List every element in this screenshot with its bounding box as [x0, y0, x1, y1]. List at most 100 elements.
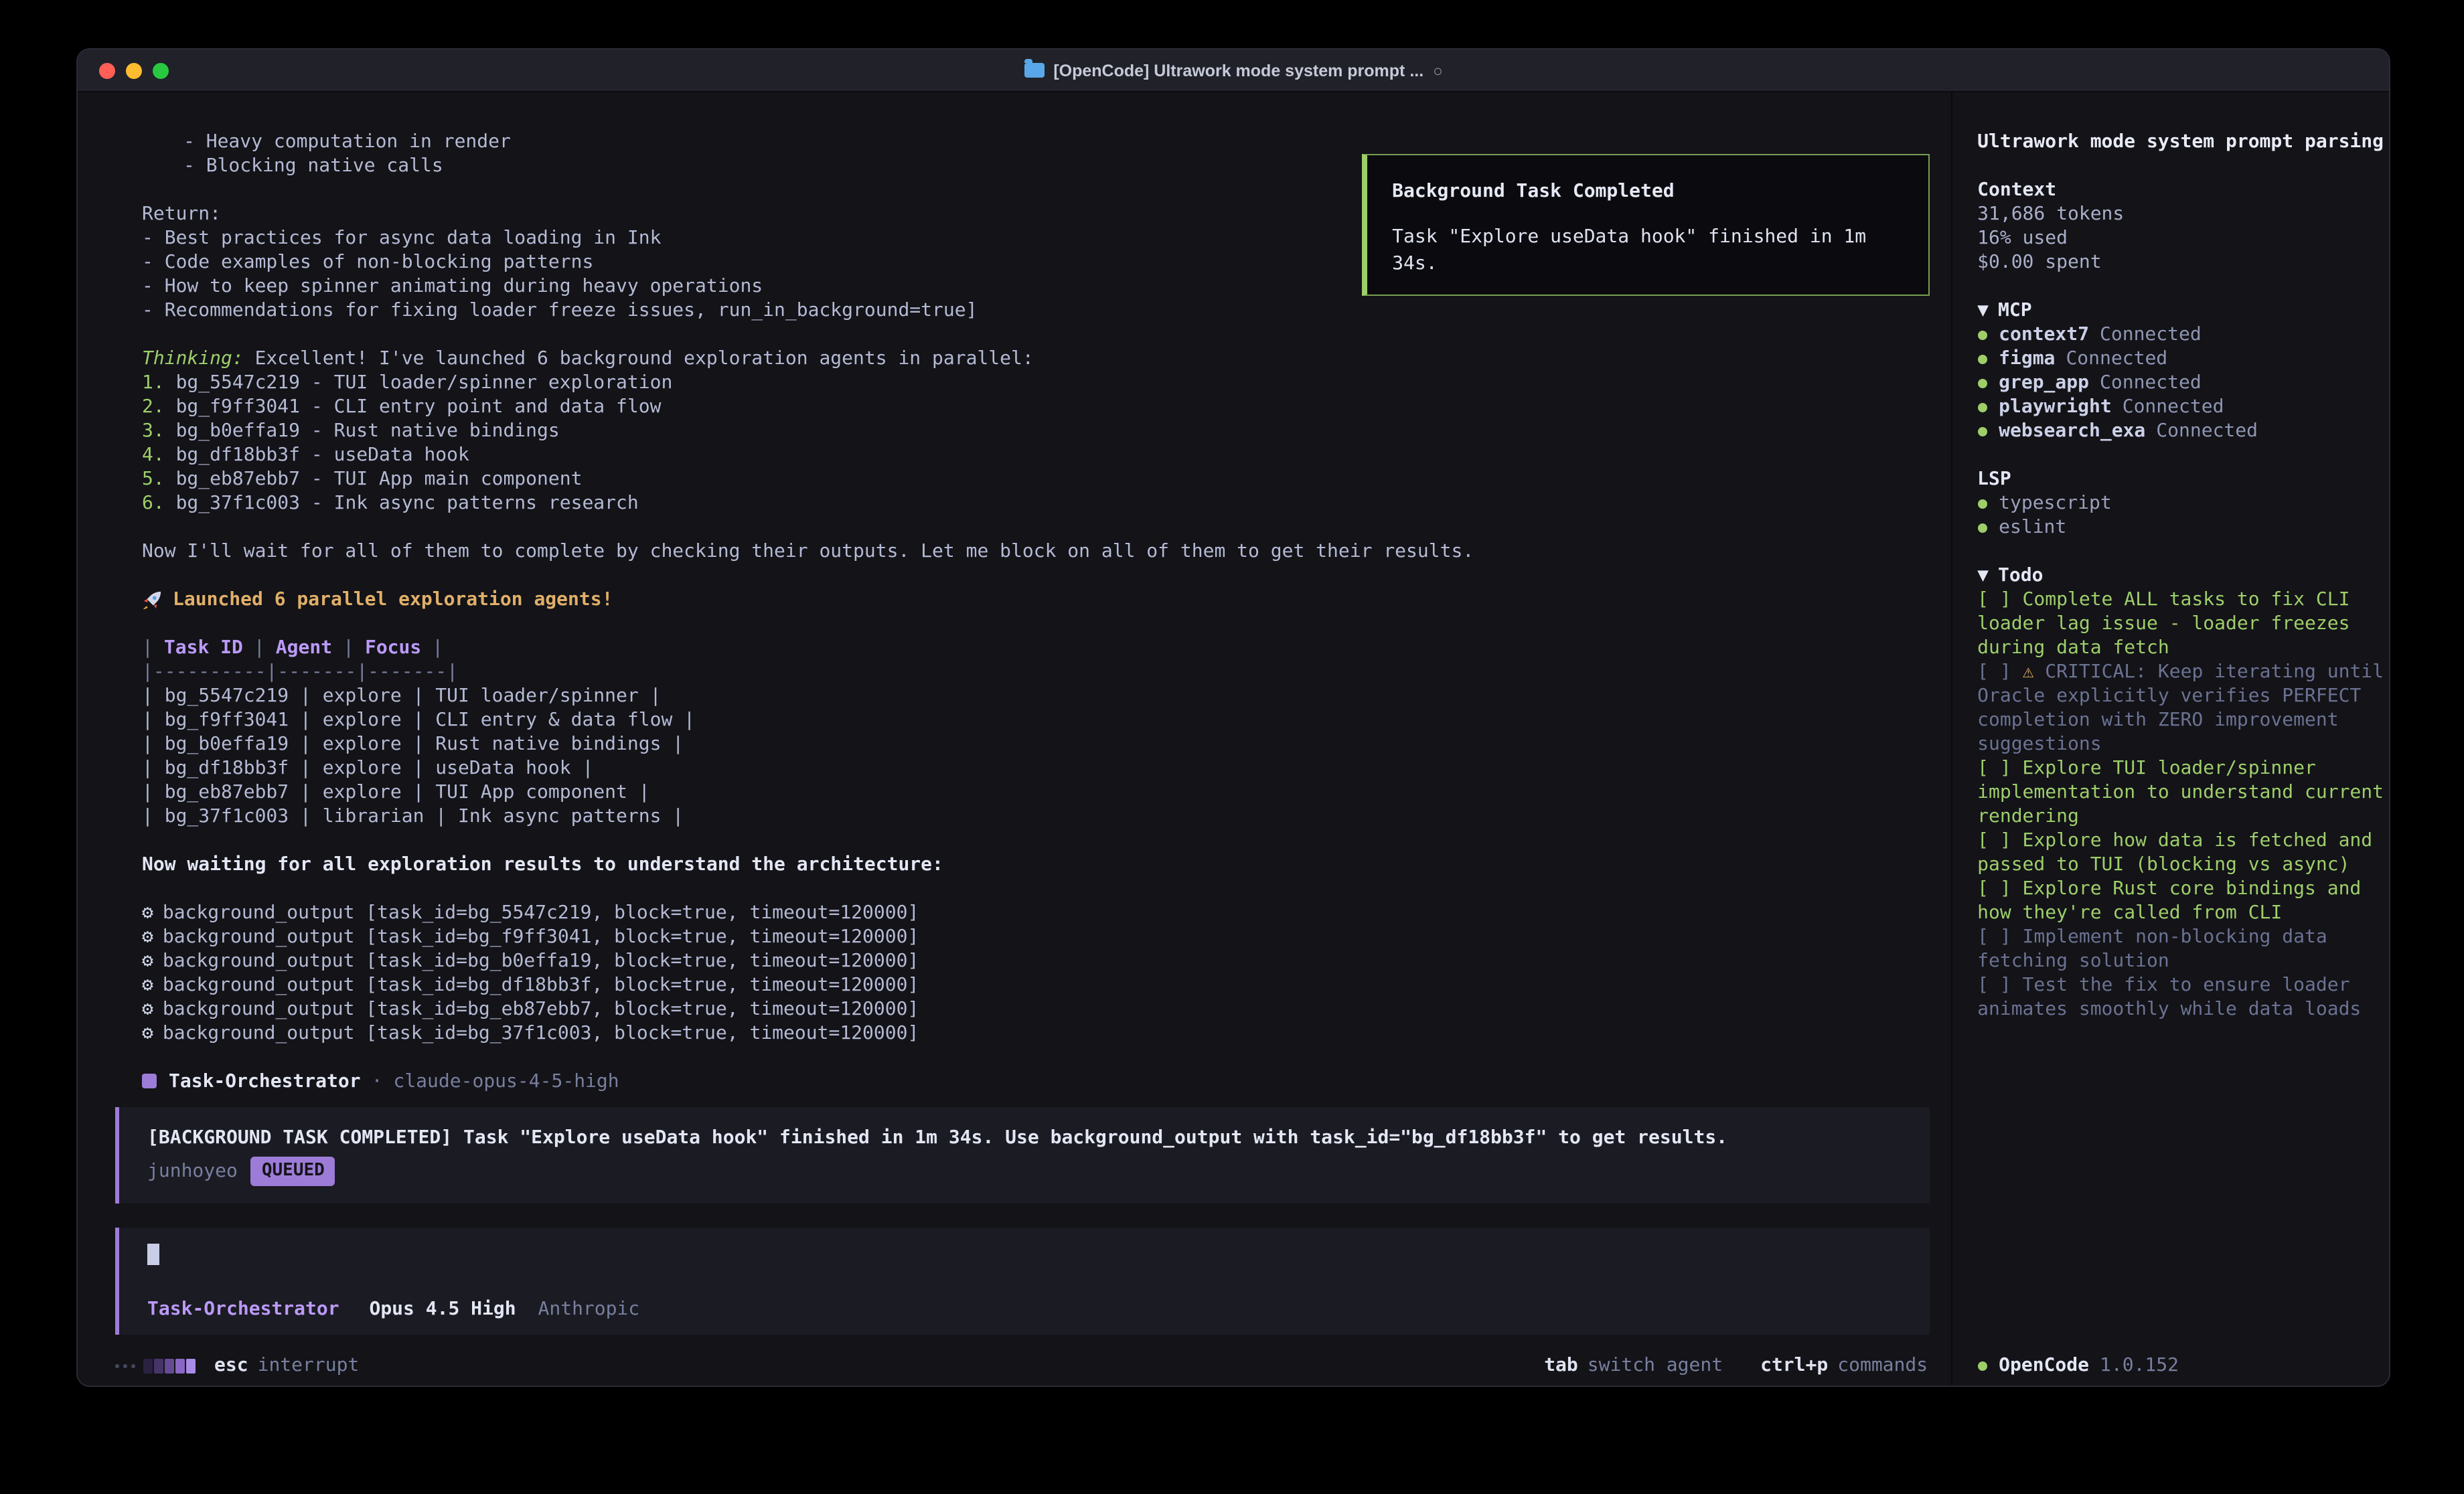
- gear-icon: ⚙: [142, 999, 153, 1020]
- app-version-footer: OpenCode 1.0.152: [1977, 1353, 2384, 1378]
- prompt-input[interactable]: Task-Orchestrator Opus 4.5 High Anthropi…: [115, 1228, 1929, 1335]
- status-dot-icon: [1977, 523, 1987, 533]
- agent-list-item: 4. bg_df18bb3f - useData hook: [142, 443, 1950, 467]
- tool-call: ⚙background_output [task_id=bg_b0effa19,…: [142, 949, 1950, 973]
- context-heading: Context: [1977, 178, 2384, 202]
- progress-spinner-icon: [143, 1358, 196, 1373]
- window-title-text: [OpenCode] Ultrawork mode system prompt …: [1053, 61, 1423, 80]
- window-title: [OpenCode] Ultrawork mode system prompt …: [78, 61, 2389, 80]
- tab-key-label: switch agent: [1588, 1355, 1723, 1376]
- mcp-item: grep_appConnected: [1977, 371, 2384, 395]
- lsp-item: eslint: [1977, 515, 2384, 540]
- agent-status-line: Task-Orchestrator·claude-opus-4-5-high: [142, 1070, 1950, 1094]
- todo-item: [ ] Test the fix to ensure loader animat…: [1977, 973, 2384, 1021]
- separator-dot: ·: [372, 1071, 383, 1092]
- mcp-item: playwrightConnected: [1977, 395, 2384, 419]
- table-row: | bg_b0effa19 | explore | Rust native bi…: [142, 732, 1950, 756]
- warning-icon: ⚠: [2023, 661, 2034, 683]
- thinking-line: Thinking: Excellent! I've launched 6 bac…: [142, 347, 1950, 371]
- table-row: | bg_df18bb3f | explore | useData hook |: [142, 756, 1950, 780]
- todo-item: [ ] Complete ALL tasks to fix CLI loader…: [1977, 588, 2384, 660]
- launch-banner: Launched 6 parallel exploration agents!: [142, 588, 1950, 612]
- waiting-heading: Now waiting for all exploration results …: [142, 853, 1950, 877]
- todo-item: [ ] ⚠ CRITICAL: Keep iterating until Ora…: [1977, 660, 2384, 756]
- tool-call: ⚙background_output [task_id=bg_37f1c003,…: [142, 1021, 1950, 1046]
- mcp-item: figmaConnected: [1977, 347, 2384, 371]
- sidebar: Ultrawork mode system prompt parsing Con…: [1950, 92, 2389, 1387]
- main-pane: Background Task Completed Task "Explore …: [78, 92, 1950, 1387]
- gear-icon: ⚙: [142, 926, 153, 948]
- orchestrator-icon: [142, 1074, 157, 1088]
- mcp-item: websearch_exaConnected: [1977, 419, 2384, 443]
- input-cursor-line[interactable]: [147, 1244, 1902, 1270]
- status-dot-icon: [1977, 331, 1987, 340]
- input-model-label: Opus 4.5 High: [369, 1299, 516, 1320]
- agent-list-item: 1. bg_5547c219 - TUI loader/spinner expl…: [142, 371, 1950, 395]
- status-dot-icon: [1977, 379, 1987, 388]
- activity-dots-icon: [115, 1363, 135, 1367]
- tool-call: ⚙background_output [task_id=bg_eb87ebb7,…: [142, 997, 1950, 1021]
- status-circle-icon: ○: [1433, 61, 1443, 80]
- ctrlp-key-hint: ctrl+p: [1760, 1355, 1828, 1376]
- todo-heading: ▼Todo: [1977, 564, 2384, 588]
- table-separator: |----------|-------|-------|: [142, 660, 1950, 684]
- agent-name: Task-Orchestrator: [169, 1071, 361, 1092]
- text-cursor-icon: [147, 1244, 159, 1265]
- message-text: [BACKGROUND TASK COMPLETED] Task "Explor…: [147, 1125, 1902, 1151]
- status-dot-icon: [1977, 403, 1987, 412]
- tool-call: ⚙background_output [task_id=bg_f9ff3041,…: [142, 925, 1950, 949]
- tool-call: ⚙background_output [task_id=bg_df18bb3f,…: [142, 973, 1950, 997]
- agent-list-item: 6. bg_37f1c003 - Ink async patterns rese…: [142, 491, 1950, 515]
- transcript-line: - Recommendations for fixing loader free…: [142, 299, 1950, 323]
- gear-icon: ⚙: [142, 902, 153, 924]
- status-dot-icon: [1977, 427, 1987, 436]
- lsp-heading: LSP: [1977, 467, 2384, 491]
- input-provider-label: Anthropic: [538, 1299, 640, 1320]
- ctrlp-key-label: commands: [1837, 1355, 1928, 1376]
- context-spent: $0.00 spent: [1977, 250, 2384, 274]
- esc-key-hint: esc: [214, 1355, 248, 1376]
- session-title: Ultrawork mode system prompt parsing: [1977, 130, 2384, 154]
- tool-call: ⚙background_output [task_id=bg_5547c219,…: [142, 901, 1950, 925]
- collapse-caret-icon[interactable]: ▼: [1977, 300, 1989, 321]
- titlebar: [OpenCode] Ultrawork mode system prompt …: [78, 50, 2389, 92]
- mcp-heading: ▼MCP: [1977, 299, 2384, 323]
- gear-icon: ⚙: [142, 1023, 153, 1044]
- background-task-message: [BACKGROUND TASK COMPLETED] Task "Explor…: [115, 1107, 1929, 1204]
- context-used: 16% used: [1977, 226, 2384, 250]
- agent-list-item: 2. bg_f9ff3041 - CLI entry point and dat…: [142, 395, 1950, 419]
- context-tokens: 31,686 tokens: [1977, 202, 2384, 226]
- rocket-icon: [142, 590, 162, 610]
- tab-key-hint: tab: [1544, 1355, 1578, 1376]
- collapse-caret-icon[interactable]: ▼: [1977, 565, 1989, 586]
- window-content: Background Task Completed Task "Explore …: [78, 92, 2389, 1387]
- todo-item: [ ] Explore how data is fetched and pass…: [1977, 829, 2384, 877]
- transcript-line: - Heavy computation in render: [142, 130, 1950, 154]
- input-meta: Task-Orchestrator Opus 4.5 High Anthropi…: [147, 1297, 1902, 1321]
- status-dot-icon: [1977, 355, 1987, 364]
- agent-list-item: 5. bg_eb87ebb7 - TUI App main component: [142, 467, 1950, 491]
- status-bar: escinterrupt tabswitch agent ctrl+pcomma…: [78, 1353, 1950, 1387]
- app-version: 1.0.152: [2100, 1353, 2179, 1378]
- gear-icon: ⚙: [142, 950, 153, 972]
- app-name: OpenCode: [1999, 1353, 2089, 1378]
- status-dot-icon: [1977, 1361, 1987, 1370]
- todo-item: [ ] Implement non-blocking data fetching…: [1977, 925, 2384, 973]
- gear-icon: ⚙: [142, 975, 153, 996]
- folder-icon: [1024, 63, 1044, 78]
- table-row: | bg_f9ff3041 | explore | CLI entry & da…: [142, 708, 1950, 732]
- transcript-line: Now I'll wait for all of them to complet…: [142, 540, 1950, 564]
- table-row: | bg_5547c219 | explore | TUI loader/spi…: [142, 684, 1950, 708]
- background-task-notification: Background Task Completed Task "Explore …: [1361, 154, 1929, 296]
- agent-list-item: 3. bg_b0effa19 - Rust native bindings: [142, 419, 1950, 443]
- todo-item: [ ] Explore Rust core bindings and how t…: [1977, 877, 2384, 925]
- launch-banner-text: Launched 6 parallel exploration agents!: [173, 588, 613, 612]
- status-dot-icon: [1977, 499, 1987, 509]
- todo-item: [ ] Explore TUI loader/spinner implement…: [1977, 756, 2384, 829]
- table-header: |Task ID|Agent|Focus|: [142, 636, 1950, 660]
- message-user: junhoyeo: [147, 1158, 238, 1185]
- notification-body: Task "Explore useData hook" finished in …: [1392, 224, 1904, 277]
- table-row: | bg_37f1c003 | librarian | Ink async pa…: [142, 805, 1950, 829]
- mcp-item: context7Connected: [1977, 323, 2384, 347]
- screen: [OpenCode] Ultrawork mode system prompt …: [0, 0, 2464, 1494]
